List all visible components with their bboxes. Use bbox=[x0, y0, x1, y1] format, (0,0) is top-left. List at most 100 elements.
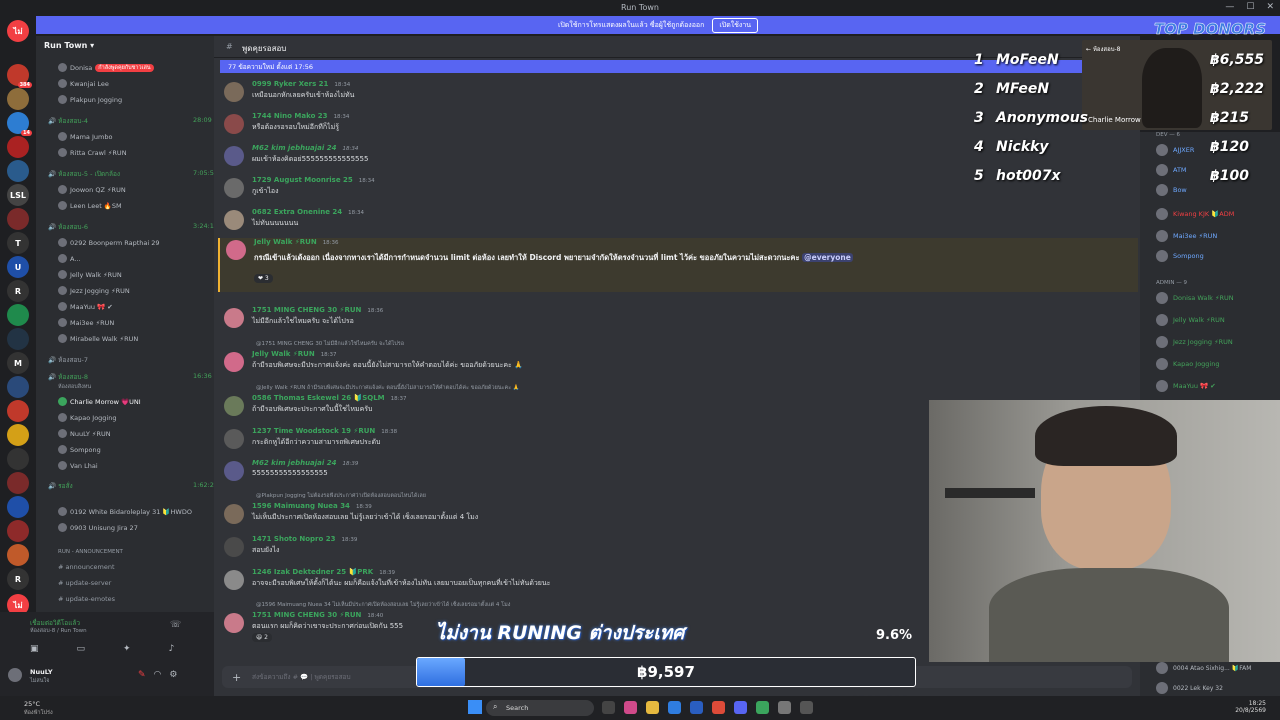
voice-user[interactable]: Donisa กำลังพูดคุยกับชาวเล่น bbox=[58, 63, 154, 72]
server-icon[interactable]: M bbox=[7, 352, 29, 374]
message-author[interactable]: Jelly Walk ⚡RUN 18:36 bbox=[254, 238, 339, 246]
avatar[interactable] bbox=[224, 461, 244, 481]
avatar[interactable] bbox=[224, 613, 244, 633]
message-author[interactable]: 0682 Extra Onenine 24 18:34 bbox=[252, 208, 364, 216]
voice-user[interactable]: Joowon QZ ⚡RUN bbox=[58, 185, 126, 194]
member-item[interactable]: 0004 Atao Sixhig... 🔰FAM bbox=[1156, 662, 1251, 674]
screen-share-icon[interactable]: ▭ bbox=[77, 644, 86, 654]
minimize-icon[interactable]: — bbox=[1225, 2, 1234, 12]
reply-preview[interactable]: @Plakpun Jogging ไม่ต้องรอฟังประกาศว่าเป… bbox=[256, 492, 426, 500]
voice-channel[interactable]: 🔊 รอสั่ง 1:62:28 bbox=[48, 481, 218, 491]
avatar[interactable] bbox=[224, 570, 244, 590]
message-author[interactable]: 1744 Nino Mako 23 18:34 bbox=[252, 112, 349, 120]
server-icon[interactable]: R bbox=[7, 568, 29, 590]
server-icon[interactable] bbox=[7, 376, 29, 398]
reply-preview[interactable]: @1751 MING CHENG 30 ไม่มีอีกแล้วใช่ไหมคร… bbox=[256, 340, 404, 348]
message-author[interactable]: 1729 August Moonrise 25 18:34 bbox=[252, 176, 375, 184]
voice-user[interactable]: NuuLY ⚡RUN bbox=[58, 429, 111, 438]
voice-channel[interactable]: 🔊 ห้องสอบ-4 28:09 bbox=[48, 116, 212, 126]
mute-icon[interactable]: ✎ bbox=[138, 670, 146, 680]
avatar[interactable] bbox=[224, 178, 244, 198]
message-author[interactable]: Jelly Walk ⚡RUN 18:37 bbox=[252, 350, 337, 358]
message-author[interactable]: M62 kim jebhuajai 24 18:39 bbox=[252, 459, 358, 467]
avatar[interactable] bbox=[226, 240, 246, 260]
text-channel[interactable]: # update-emotes bbox=[58, 595, 115, 603]
maximize-icon[interactable]: ☐ bbox=[1246, 2, 1254, 12]
voice-user[interactable]: Ritta Crawl ⚡RUN bbox=[58, 148, 127, 157]
file-explorer-icon[interactable] bbox=[646, 701, 659, 714]
task-view-icon[interactable] bbox=[602, 701, 615, 714]
server-icon[interactable]: 14 bbox=[7, 112, 32, 136]
server-icon[interactable]: R bbox=[7, 280, 29, 302]
member-item[interactable]: Jelly Walk ⚡RUN bbox=[1156, 314, 1225, 326]
reply-preview[interactable]: @Jelly Walk ⚡RUN ถ้ามีรอบพิเศษจะมีประกาศ… bbox=[256, 384, 520, 392]
voice-user[interactable]: Leen Leet 🔥SM bbox=[58, 201, 122, 210]
member-item[interactable]: MaaYuu 🎀 ✔ bbox=[1156, 380, 1216, 392]
app-icon[interactable] bbox=[756, 701, 769, 714]
headphones-icon[interactable]: ◠ bbox=[154, 670, 162, 680]
voice-channel[interactable]: 🔊 ห้องสอบ-5 - เปิดกล้อง 7:05:51 bbox=[48, 169, 218, 179]
close-icon[interactable]: ✕ bbox=[1266, 2, 1274, 12]
chrome-icon[interactable] bbox=[712, 701, 725, 714]
voice-user[interactable]: 0292 Boonperm Rapthai 29 bbox=[58, 238, 160, 247]
voice-user[interactable]: Kapao Jogging bbox=[58, 413, 116, 422]
server-icon[interactable] bbox=[7, 88, 29, 110]
member-item[interactable]: Kiwang KJK 🔰ADM bbox=[1156, 208, 1234, 220]
server-icon[interactable]: U bbox=[7, 256, 29, 278]
member-item[interactable]: Mai3ee ⚡RUN bbox=[1156, 230, 1217, 242]
voice-user[interactable]: Sompong bbox=[58, 445, 101, 454]
voice-user[interactable]: Mirabelle Walk ⚡RUN bbox=[58, 334, 138, 343]
member-item[interactable]: Sompong bbox=[1156, 250, 1204, 262]
server-icon[interactable] bbox=[7, 160, 29, 182]
message-author[interactable]: 1237 Time Woodstock 19 ⚡RUN 18:38 bbox=[252, 427, 397, 435]
activity-icon[interactable]: ✦ bbox=[123, 644, 131, 654]
message-author[interactable]: 1471 Shoto Nopro 23 18:39 bbox=[252, 535, 357, 543]
message-author[interactable]: 0999 Ryker Xers 21 18:34 bbox=[252, 80, 350, 88]
voice-user[interactable]: Charlie Morrow 💗UNI bbox=[58, 397, 141, 406]
app-icon[interactable] bbox=[624, 701, 637, 714]
reply-preview[interactable]: @1596 Maimuang Nuea 34 ไม่เห็นมีประกาศเป… bbox=[256, 601, 510, 609]
voice-user[interactable]: Mama Jumbo bbox=[58, 132, 112, 141]
mention-everyone[interactable]: @everyone bbox=[802, 253, 853, 262]
avatar[interactable] bbox=[224, 114, 244, 134]
voice-channel[interactable]: 🔊 ห้องสอบ-8 16:36 bbox=[48, 372, 212, 382]
server-icon[interactable]: T bbox=[7, 232, 29, 254]
text-channel[interactable]: # update-server bbox=[58, 579, 111, 587]
avatar[interactable] bbox=[224, 396, 244, 416]
camera-icon[interactable]: ▣ bbox=[30, 644, 39, 654]
banner-button[interactable]: เปิดใช้งาน bbox=[712, 17, 759, 33]
voice-user[interactable]: 0192 White Bidaroleplay 31 🔰HWDO bbox=[58, 507, 192, 516]
voice-user[interactable]: Van Lhai bbox=[58, 461, 98, 470]
server-icon[interactable] bbox=[7, 544, 29, 566]
message-author[interactable]: 1751 MING CHENG 30 ⚡RUN 18:40 bbox=[252, 611, 383, 619]
avatar[interactable] bbox=[224, 210, 244, 230]
avatar[interactable] bbox=[224, 504, 244, 524]
voice-user[interactable]: MaaYuu 🎀 ✔ bbox=[58, 302, 113, 311]
avatar[interactable] bbox=[8, 668, 22, 682]
member-item[interactable]: Kapao Jogging bbox=[1156, 358, 1219, 370]
server-icon[interactable]: ไม่ bbox=[7, 20, 29, 42]
server-name[interactable]: Run Town ▾ bbox=[44, 41, 94, 50]
member-item[interactable]: Donisa Walk ⚡RUN bbox=[1156, 292, 1234, 304]
server-icon[interactable] bbox=[7, 304, 29, 326]
avatar[interactable] bbox=[224, 352, 244, 372]
server-icon[interactable] bbox=[7, 472, 29, 494]
server-icon[interactable] bbox=[7, 496, 29, 518]
clock[interactable]: 18:25 20/8/2569 bbox=[1235, 700, 1266, 714]
store-icon[interactable] bbox=[690, 701, 703, 714]
avatar[interactable] bbox=[224, 537, 244, 557]
voice-user[interactable]: Jezz Jogging ⚡RUN bbox=[58, 286, 130, 295]
member-item[interactable]: Jezz Jogging ⚡RUN bbox=[1156, 336, 1233, 348]
soundboard-icon[interactable]: ♪ bbox=[169, 644, 175, 654]
server-icon[interactable] bbox=[7, 424, 29, 446]
app-icon[interactable] bbox=[800, 701, 813, 714]
gear-icon[interactable]: ⚙ bbox=[169, 670, 177, 680]
message-author[interactable]: 0586 Thomas Eskewel 26 🔰SQLM 18:37 bbox=[252, 394, 407, 402]
discord-icon[interactable] bbox=[734, 701, 747, 714]
message-author[interactable]: 1596 Maimuang Nuea 34 18:39 bbox=[252, 502, 372, 510]
server-icon[interactable] bbox=[7, 208, 29, 230]
taskbar-search[interactable]: Search bbox=[486, 700, 594, 716]
avatar[interactable] bbox=[224, 82, 244, 102]
server-icon[interactable] bbox=[7, 400, 29, 422]
text-channel[interactable]: # announcement bbox=[58, 563, 115, 571]
